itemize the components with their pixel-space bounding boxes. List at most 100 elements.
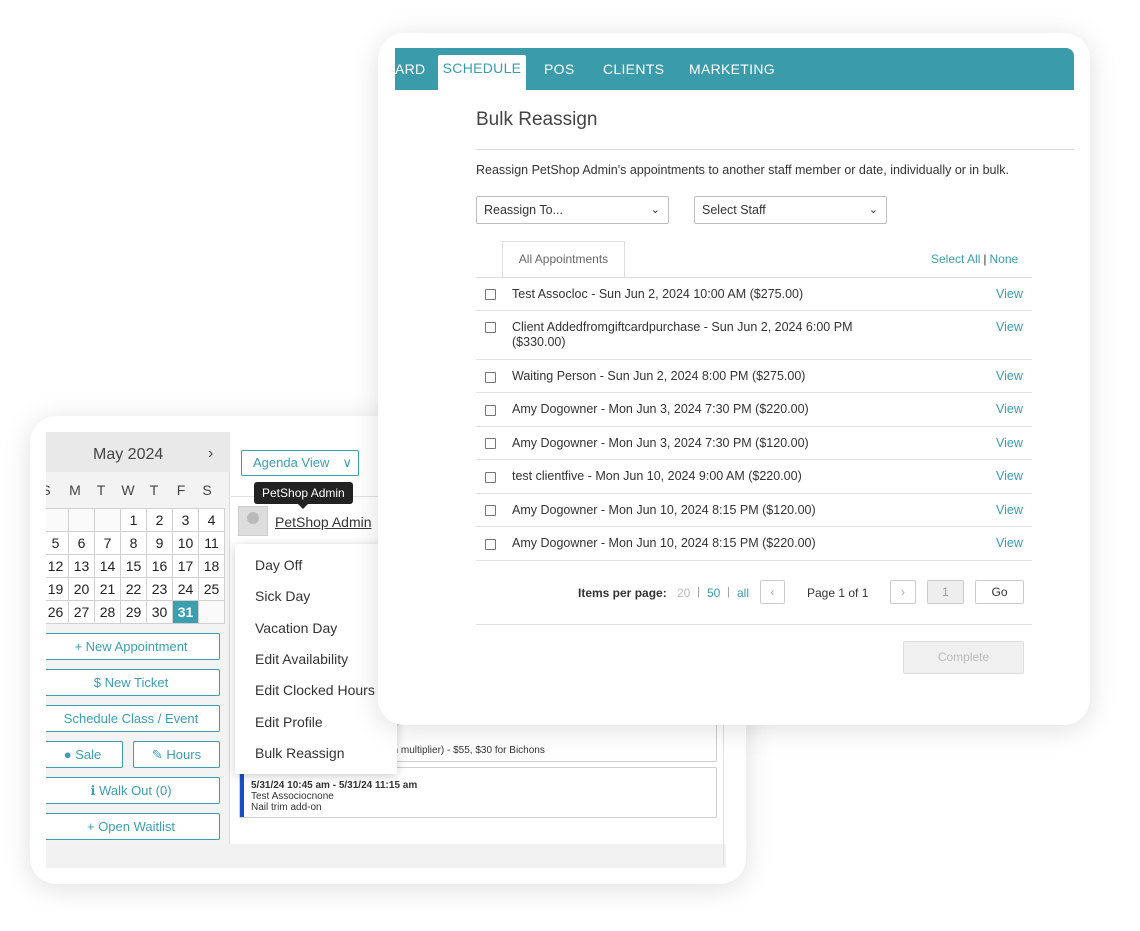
- row-checkbox[interactable]: [485, 539, 496, 550]
- per-page-option-50[interactable]: 50: [707, 586, 720, 600]
- menu-item-edit-clocked-hours[interactable]: Edit Clocked Hours: [255, 682, 375, 698]
- staff-tooltip: PetShop Admin: [254, 482, 353, 509]
- nav-item-schedule[interactable]: SCHEDULE: [438, 55, 526, 90]
- nav-item-clients[interactable]: CLIENTS: [603, 61, 664, 77]
- tag-icon: ●: [63, 747, 72, 762]
- agenda-view-dropdown[interactable]: Agenda View ∨: [241, 450, 359, 476]
- calendar-day[interactable]: 16: [146, 554, 173, 578]
- view-link[interactable]: View: [996, 287, 1023, 301]
- select-none-link[interactable]: None: [989, 252, 1018, 266]
- calendar-day-selected[interactable]: 31: [172, 600, 199, 624]
- chevron-right-icon[interactable]: ›: [208, 445, 213, 463]
- calendar-day[interactable]: 21: [94, 577, 121, 601]
- divider: [476, 149, 1074, 150]
- row-checkbox[interactable]: [485, 322, 496, 333]
- row-checkbox[interactable]: [485, 372, 496, 383]
- sale-button[interactable]: ● Sale: [46, 741, 123, 768]
- chevron-left-icon[interactable]: ‹: [760, 580, 785, 604]
- calendar-day[interactable]: 28: [94, 600, 121, 624]
- view-link[interactable]: View: [996, 369, 1023, 383]
- row-checkbox[interactable]: [485, 472, 496, 483]
- calendar-day[interactable]: 10: [172, 531, 199, 555]
- menu-item-sick-day[interactable]: Sick Day: [255, 588, 310, 604]
- calendar-day[interactable]: 2: [146, 508, 173, 532]
- walk-out-button[interactable]: ℹ Walk Out (0): [46, 777, 220, 804]
- menu-item-edit-profile[interactable]: Edit Profile: [255, 714, 323, 730]
- appointment-card[interactable]: 5/31/24 10:45 am - 5/31/24 11:15 am Test…: [239, 767, 717, 818]
- calendar-day[interactable]: 4: [198, 508, 225, 532]
- chevron-right-icon[interactable]: ›: [890, 580, 916, 604]
- row-checkbox[interactable]: [485, 405, 496, 416]
- calendar-day: [46, 508, 69, 532]
- calendar-day[interactable]: 25: [198, 577, 225, 601]
- view-link[interactable]: View: [996, 503, 1023, 517]
- menu-item-day-off[interactable]: Day Off: [255, 557, 302, 573]
- divider: [476, 359, 1032, 360]
- menu-item-edit-availability[interactable]: Edit Availability: [255, 651, 348, 667]
- page-info: Page 1 of 1: [807, 586, 869, 600]
- row-checkbox[interactable]: [485, 289, 496, 300]
- calendar-day[interactable]: 17: [172, 554, 199, 578]
- calendar-day[interactable]: 13: [68, 554, 95, 578]
- per-page-option-all[interactable]: all: [737, 586, 749, 600]
- calendar-day[interactable]: 29: [120, 600, 147, 624]
- items-per-page-label: Items per page:: [578, 586, 667, 600]
- calendar-day[interactable]: 6: [68, 531, 95, 555]
- menu-item-bulk-reassign[interactable]: Bulk Reassign: [255, 745, 345, 761]
- hours-button[interactable]: ✎ Hours: [133, 741, 220, 768]
- calendar-day[interactable]: 1: [120, 508, 147, 532]
- per-page-option-20[interactable]: 20: [677, 586, 690, 600]
- open-waitlist-button[interactable]: + Open Waitlist: [46, 813, 220, 840]
- calendar-day[interactable]: 11: [198, 531, 225, 555]
- calendar-day: [68, 508, 95, 532]
- dow-label: M: [69, 482, 81, 498]
- calendar-day[interactable]: 26: [46, 600, 69, 624]
- schedule-class-button[interactable]: Schedule Class / Event: [46, 705, 220, 732]
- select-all-link[interactable]: Select All: [931, 252, 980, 266]
- new-appointment-button[interactable]: + New Appointment: [46, 633, 220, 660]
- nav-item-dashboard[interactable]: ARD: [395, 61, 425, 77]
- menu-item-vacation-day[interactable]: Vacation Day: [255, 620, 337, 636]
- calendar-day[interactable]: 18: [198, 554, 225, 578]
- nav-item-pos[interactable]: POS: [544, 61, 574, 77]
- go-button[interactable]: Go: [975, 580, 1024, 604]
- calendar-day[interactable]: 30: [146, 600, 173, 624]
- complete-button[interactable]: Complete: [903, 641, 1024, 674]
- view-link[interactable]: View: [996, 402, 1023, 416]
- calendar-day[interactable]: 9: [146, 531, 173, 555]
- chevron-down-icon: ∨: [342, 455, 352, 470]
- calendar-day[interactable]: 24: [172, 577, 199, 601]
- page-number-input[interactable]: 1: [927, 580, 964, 604]
- row-checkbox[interactable]: [485, 505, 496, 516]
- staff-name-link[interactable]: PetShop Admin: [275, 514, 372, 530]
- appointment-row-text: test clientfive - Mon Jun 10, 2024 9:00 …: [512, 469, 802, 483]
- calendar-day[interactable]: 5: [46, 531, 69, 555]
- appointment-client: Test Associocnone: [251, 791, 334, 802]
- calendar-day[interactable]: 20: [68, 577, 95, 601]
- view-link[interactable]: View: [996, 320, 1023, 334]
- view-link[interactable]: View: [996, 436, 1023, 450]
- calendar-day[interactable]: 8: [120, 531, 147, 555]
- row-checkbox[interactable]: [485, 438, 496, 449]
- calendar-day[interactable]: 14: [94, 554, 121, 578]
- tab-all-appointments[interactable]: All Appointments: [502, 241, 625, 278]
- page-description: Reassign PetShop Admin's appointments to…: [476, 163, 1010, 177]
- pencil-icon: ✎: [151, 747, 163, 762]
- reassign-to-select[interactable]: Reassign To... ⌄: [476, 196, 669, 224]
- new-ticket-button[interactable]: $ New Ticket: [46, 669, 220, 696]
- calendar-day[interactable]: 12: [46, 554, 69, 578]
- appointment-row-text: Amy Dogowner - Mon Jun 10, 2024 8:15 PM …: [512, 503, 816, 517]
- calendar-day[interactable]: 19: [46, 577, 69, 601]
- calendar-day[interactable]: 15: [120, 554, 147, 578]
- nav-item-marketing[interactable]: MARKETING: [689, 61, 775, 77]
- calendar-day[interactable]: 27: [68, 600, 95, 624]
- view-link[interactable]: View: [996, 469, 1023, 483]
- select-staff-select[interactable]: Select Staff ⌄: [694, 196, 887, 224]
- calendar-day[interactable]: 7: [94, 531, 121, 555]
- calendar-day[interactable]: 22: [120, 577, 147, 601]
- view-link[interactable]: View: [996, 536, 1023, 550]
- calendar-day[interactable]: 3: [172, 508, 199, 532]
- calendar-day: [94, 508, 121, 532]
- calendar-grid: 1 2 3 4 5 6 7 8 9 10 11 12 13 14 15 16 1…: [46, 508, 225, 624]
- calendar-day[interactable]: 23: [146, 577, 173, 601]
